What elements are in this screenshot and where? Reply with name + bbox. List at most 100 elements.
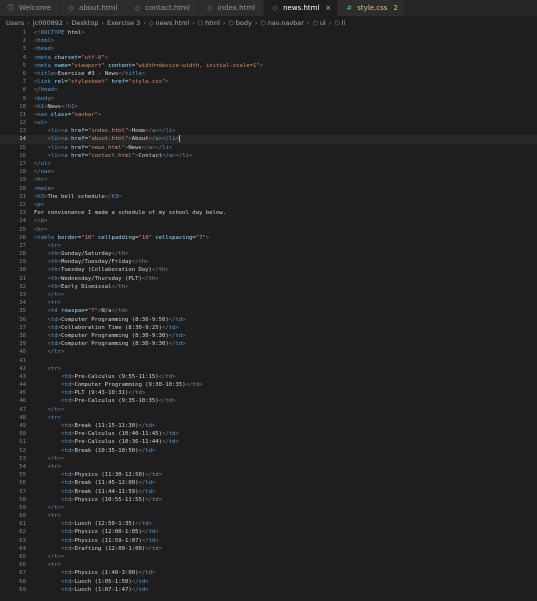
breadcrumb-item[interactable]: Desktop (72, 19, 99, 27)
code-line[interactable]: 4 <meta charset="utf-8"> (0, 54, 537, 62)
code-line[interactable]: 53 </tr> (0, 455, 537, 463)
code-line[interactable]: 34 <tr> (0, 299, 537, 307)
code-line[interactable]: 29 <th>Monday/Tuesday/Friday</th> (0, 258, 537, 266)
code-line[interactable]: 10 <h1>News</h1> (0, 103, 537, 111)
code-line[interactable]: 5 <meta name="viewport" content="width=de… (0, 62, 537, 70)
code-token: Wednesday/Thursday (PLT) (60, 275, 142, 282)
line-code: </tr> (26, 504, 64, 512)
code-line[interactable]: 2 <html> (0, 37, 537, 45)
breadcrumb-item[interactable]: ul (320, 19, 326, 27)
code-line[interactable]: 37 <td>Collaboration Time (8:30-9:25)</t… (0, 324, 537, 332)
code-line[interactable]: 27 <tr> (0, 242, 537, 250)
tab-contact-html[interactable]: ◇ contact.html (126, 0, 199, 16)
tab-style-css[interactable]: # style.css 2 (338, 0, 405, 16)
code-line[interactable]: 13 <li><a href="index.html">Home</a></li… (0, 127, 537, 135)
code-line[interactable]: 24 </p> (0, 217, 537, 225)
code-line[interactable]: 47 </tr> (0, 406, 537, 414)
code-line[interactable]: 64 <td>Drafting (12:00-1:00)</td> (0, 545, 537, 553)
code-line[interactable]: 33 </tr> (0, 291, 537, 299)
code-line[interactable]: 56 <td>Break (11:45-12:00)</td> (0, 479, 537, 487)
close-icon[interactable]: × (325, 4, 331, 12)
code-line[interactable]: 26 <table border="10" cellpadding="10" ce… (0, 234, 537, 242)
code-line[interactable]: 57 <td>Break (11:44-11:59)</td> (0, 488, 537, 496)
code-line[interactable]: 18 </nav> (0, 168, 537, 176)
code-token: rel (54, 79, 65, 86)
code-line[interactable]: 28 <th>Sunday/Saturday</th> (0, 250, 537, 258)
code-token: > (125, 283, 129, 290)
breadcrumb-item[interactable]: nav.navbar (268, 19, 304, 27)
code-line[interactable]: 7 <link rel="stylesheet" href="style.css"… (0, 78, 537, 86)
line-code: <li><a href="contact.html">Contact</a></… (26, 152, 192, 160)
code-line[interactable]: 45 <td>PLT (9:43-10:31)</td> (0, 389, 537, 397)
code-line[interactable]: 49 <td>Break (11:15-11:30)</td> (0, 422, 537, 430)
code-line[interactable]: 16 <li><a href="contact.html">Contact</a… (0, 152, 537, 160)
code-line[interactable]: 30 <th>Tuesday (Collaboration Day)</th> (0, 266, 537, 274)
breadcrumb-item[interactable]: Users (6, 19, 24, 27)
code-line[interactable]: 54 <tr> (0, 463, 537, 471)
code-line[interactable]: 14 <li><a href="about.html">About</a></l… (0, 135, 537, 144)
code-line[interactable]: 63 <td>Physics (11:59-1:07)</td> (0, 537, 537, 545)
code-line[interactable]: 59 </tr> (0, 504, 537, 512)
code-line[interactable]: 52 <td>Break (10:35-10:50)</td> (0, 447, 537, 455)
code-line[interactable]: 43 <td>Pre-Calculus (9:55-11:15)</td> (0, 373, 537, 381)
code-line[interactable]: 61 <td>Lunch (12:50-1:35)</td> (0, 520, 537, 528)
code-line[interactable]: 22 <p> (0, 201, 537, 209)
code-line[interactable]: 35 <td rowspan="7">N/a</td> (0, 307, 537, 315)
tab-news-html[interactable]: ◇ news.html × (264, 0, 339, 16)
code-line[interactable]: 32 <th>Early Dismissal</th> (0, 283, 537, 291)
code-line[interactable]: 69 <td>Lunch (1:07-1:47)</td> (0, 586, 537, 594)
code-line[interactable]: 19 <hr> (0, 176, 537, 184)
code-line[interactable]: 51 <td>Pre-Calculus (10:36-11:44)</td> (0, 438, 537, 446)
code-line[interactable]: 6 <title>Exercise #3 - News</title> (0, 70, 537, 78)
code-line[interactable]: 25 <hr> (0, 226, 537, 234)
code-editor[interactable]: 1 <!DOCTYPE html> 2 <html> 3 <head> 4 <meta cha… (0, 29, 537, 601)
breadcrumb-item[interactable]: news.html (156, 19, 190, 27)
breadcrumb-item[interactable]: li (342, 19, 346, 27)
breadcrumb-item[interactable]: body (236, 19, 252, 27)
line-code: <p> (26, 201, 44, 209)
code-line[interactable]: 46 <td>Pre-Calculus (9:35-10:35)</td> (0, 397, 537, 405)
code-line[interactable]: 65 </tr> (0, 553, 537, 561)
code-line[interactable]: 36 <td>Computer Programming (8:30-9:50)<… (0, 316, 537, 324)
code-line[interactable]: 20 <main> (0, 185, 537, 193)
breadcrumb-item[interactable]: html (205, 19, 220, 27)
code-line[interactable]: 58 <td>Physics (10:55-11:55)</td> (0, 496, 537, 504)
code-line[interactable]: 42 <tr> (0, 365, 537, 373)
code-line[interactable]: 68 <td>Lunch (1:05-1:50)</td> (0, 578, 537, 586)
tab-welcome[interactable]: ⓘ Welcome (0, 0, 61, 16)
line-code: <td>Lunch (1:05-1:50)</td> (26, 578, 149, 586)
code-line[interactable]: 55 <td>Physics (11:30-12:50)</td> (0, 471, 537, 479)
code-token: Home (131, 128, 146, 135)
code-line[interactable]: 23 For convienance I made a schedule of m… (0, 209, 537, 217)
code-line[interactable]: 60 <tr> (0, 512, 537, 520)
code-line[interactable]: 40 </tr> (0, 348, 537, 356)
code-line[interactable]: 50 <td>Pre-Calculus (10:40-11:45)</td> (0, 430, 537, 438)
code-line[interactable]: 11 <nav class="navbar"> (0, 111, 537, 119)
code-line[interactable]: 12 <ul> (0, 119, 537, 127)
code-line[interactable]: 39 <td>Computer Programming (8:30-9:30)<… (0, 340, 537, 348)
code-line[interactable]: 31 <th>Wednesday/Thursday (PLT)</th> (0, 275, 537, 283)
code-line[interactable]: 67 <td>Physics (1:40-3:00)</td> (0, 569, 537, 577)
code-line[interactable]: 21 <h3>The bell schedule</h3> (0, 193, 537, 201)
code-line[interactable]: 66 <tr> (0, 561, 537, 569)
code-line[interactable]: 48 <tr> (0, 414, 537, 422)
line-code: <html> (26, 37, 54, 45)
code-line[interactable]: 1 <!DOCTYPE html> (0, 29, 537, 37)
code-token: td (141, 521, 149, 528)
html-file-icon: ◇ (272, 4, 278, 12)
code-line[interactable]: 62 <td>Physics (12:00-1:05)</td> (0, 528, 537, 536)
code-line[interactable]: 41 (0, 357, 537, 365)
code-line[interactable]: 9 <body> (0, 95, 537, 103)
code-token: th (50, 283, 58, 290)
tab-about-html[interactable]: ◇ about.html (60, 0, 127, 16)
code-line[interactable]: 17 </ul> (0, 160, 537, 168)
code-line[interactable]: 15 <li><a href="news.html">News</a></li> (0, 144, 537, 152)
breadcrumb-item[interactable]: Exercise 3 (107, 19, 140, 27)
code-token: About (131, 136, 149, 143)
code-line[interactable]: 3 <head> (0, 45, 537, 53)
code-line[interactable]: 8 </head> (0, 86, 537, 94)
code-line[interactable]: 44 <td>Computer Programming (9:30-10:35)… (0, 381, 537, 389)
code-line[interactable]: 38 <td>Computer Programming (8:30-9:30)<… (0, 332, 537, 340)
breadcrumb-item[interactable]: jc000892 (33, 19, 63, 27)
tab-index-html[interactable]: ◇ index.html (198, 0, 265, 16)
